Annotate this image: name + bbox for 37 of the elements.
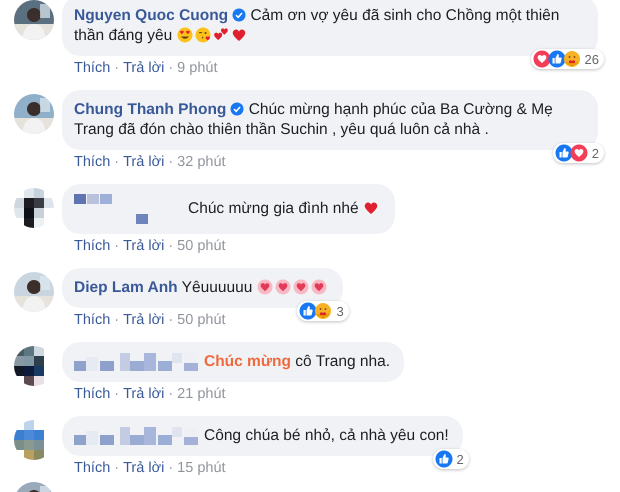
action-link[interactable]: Thích (74, 460, 110, 476)
comment-text: Công chúa bé nhỏ, cả nhà yêu con! (204, 426, 449, 446)
separator-dot: · (168, 238, 174, 254)
action-link[interactable]: Trả lời (123, 386, 164, 402)
action-link[interactable]: Trả lời (123, 60, 164, 76)
action-link[interactable]: Thích (74, 154, 110, 170)
reaction-summary[interactable]: 3 (297, 301, 349, 321)
comment-text: Chúc mừng cô Trang nha. (204, 352, 390, 372)
separator-dot: · (168, 60, 174, 76)
separator-dot: · (168, 154, 174, 170)
comment-text: Nguyen Quoc Cuong Cảm ơn vợ yêu đã sinh cho Chồng một thiên thần đáng yêu (74, 6, 560, 46)
comment-text: Chung Thanh Phong Chúc mừng hạnh phúc của Ba Cường & Mẹ Trang đã đón chào thiên thần Suchin , yêu quá luôn cả nhà . (74, 100, 554, 140)
reaction-summary[interactable]: 26 (530, 49, 604, 69)
separator-dot: · (114, 154, 120, 170)
comment-text: Diep Lam Anh Yêuuuuuu (74, 278, 329, 298)
author-name[interactable]: Diep Lam Anh (74, 279, 178, 296)
action-link[interactable]: Thích (74, 60, 110, 76)
action-link[interactable]: Thích (74, 312, 110, 328)
action-link[interactable]: Trả lời (123, 154, 164, 170)
action-link[interactable]: Trả lời (123, 312, 164, 328)
separator-dot: · (168, 312, 174, 328)
separator-dot: · (114, 460, 120, 476)
reaction-summary[interactable]: 2 (552, 143, 604, 163)
separator-dot: · (114, 60, 120, 76)
action-link[interactable]: Thích (74, 386, 110, 402)
reaction-summary[interactable]: 2 (432, 449, 469, 469)
action-link[interactable]: Thích (74, 238, 110, 254)
comment-text: Chúc mừng gia đình nhé (188, 199, 381, 219)
author-name[interactable]: Chung Thanh Phong (74, 101, 226, 118)
separator-dot: · (114, 386, 120, 402)
action-link[interactable]: Trả lời (123, 238, 164, 254)
separator-dot: · (168, 460, 174, 476)
separator-dot: · (114, 312, 120, 328)
action-link[interactable]: Trả lời (123, 460, 164, 476)
separator-dot: · (168, 386, 174, 402)
separator-dot: · (114, 238, 120, 254)
author-name[interactable]: Nguyen Quoc Cuong (74, 7, 228, 24)
